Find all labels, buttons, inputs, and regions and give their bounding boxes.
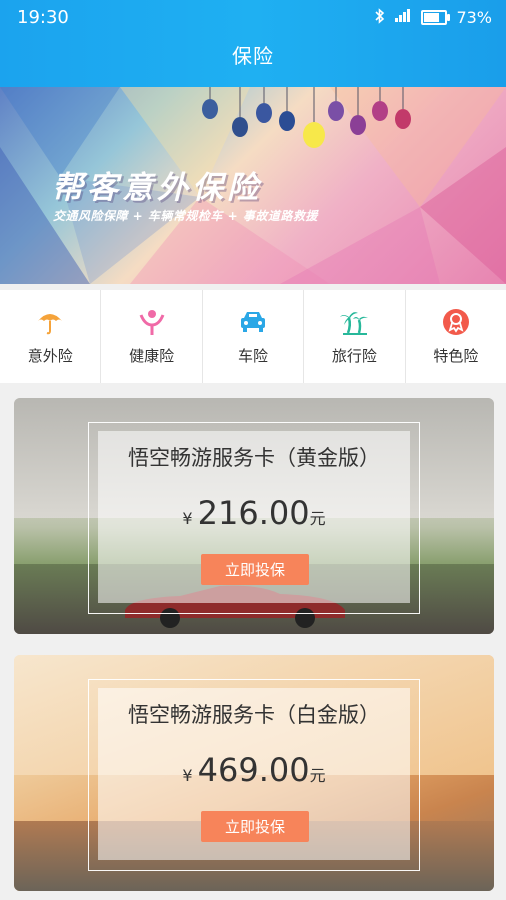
product-title: 悟空畅游服务卡（黄金版）	[128, 446, 380, 470]
banner-subtitle: 交通风险保障 + 车辆常规检车 + 事故道路救援	[53, 209, 318, 223]
price-currency: ¥	[182, 509, 193, 528]
category-bar: 意外险 健康险 车险 旅行险 特色险	[0, 290, 506, 383]
insure-now-button[interactable]: 立即投保	[201, 811, 309, 842]
product-title: 悟空畅游服务卡（白金版）	[128, 703, 380, 727]
palm-tree-icon	[340, 312, 369, 335]
promo-banner[interactable]: 帮客意外保险 交通风险保障 + 车辆常规检车 + 事故道路救援	[0, 87, 506, 284]
price-currency: ¥	[182, 766, 193, 785]
product-price: ¥ 469.00元	[14, 751, 494, 789]
health-person-icon	[139, 310, 165, 335]
price-amount: 469.00	[197, 751, 310, 789]
category-label: 旅行险	[331, 347, 377, 365]
category-label: 特色险	[433, 347, 479, 365]
category-label: 健康险	[129, 347, 175, 365]
signal-icon	[394, 8, 412, 27]
category-travel[interactable]: 旅行险	[304, 290, 406, 383]
banner-title: 帮客意外保险	[52, 170, 262, 206]
battery-percent: 73%	[456, 8, 492, 27]
battery-icon	[421, 10, 451, 25]
status-bar: 19:30 73%	[0, 0, 506, 35]
app-header: 19:30 73% 保险	[0, 0, 506, 87]
product-price: ¥ 216.00元	[14, 494, 494, 532]
price-unit: 元	[309, 766, 326, 785]
product-card-gold[interactable]: 悟空畅游服务卡（黄金版） ¥ 216.00元 立即投保	[14, 398, 494, 634]
product-card-platinum[interactable]: 悟空畅游服务卡（白金版） ¥ 469.00元 立即投保	[14, 655, 494, 891]
price-unit: 元	[309, 509, 326, 528]
category-health[interactable]: 健康险	[101, 290, 203, 383]
price-amount: 216.00	[197, 494, 310, 532]
category-label: 意外险	[27, 347, 73, 365]
status-time: 19:30	[17, 7, 69, 28]
umbrella-icon	[38, 314, 63, 335]
car-icon	[241, 312, 266, 332]
bluetooth-icon	[375, 7, 385, 28]
category-car[interactable]: 车险	[203, 290, 305, 383]
insure-now-button[interactable]: 立即投保	[201, 554, 309, 585]
badge-icon	[442, 309, 469, 335]
category-special[interactable]: 特色险	[406, 290, 506, 383]
page-title: 保险	[232, 44, 274, 68]
category-label: 车险	[238, 347, 269, 365]
category-accident[interactable]: 意外险	[0, 290, 102, 383]
light-bulbs	[202, 87, 411, 148]
